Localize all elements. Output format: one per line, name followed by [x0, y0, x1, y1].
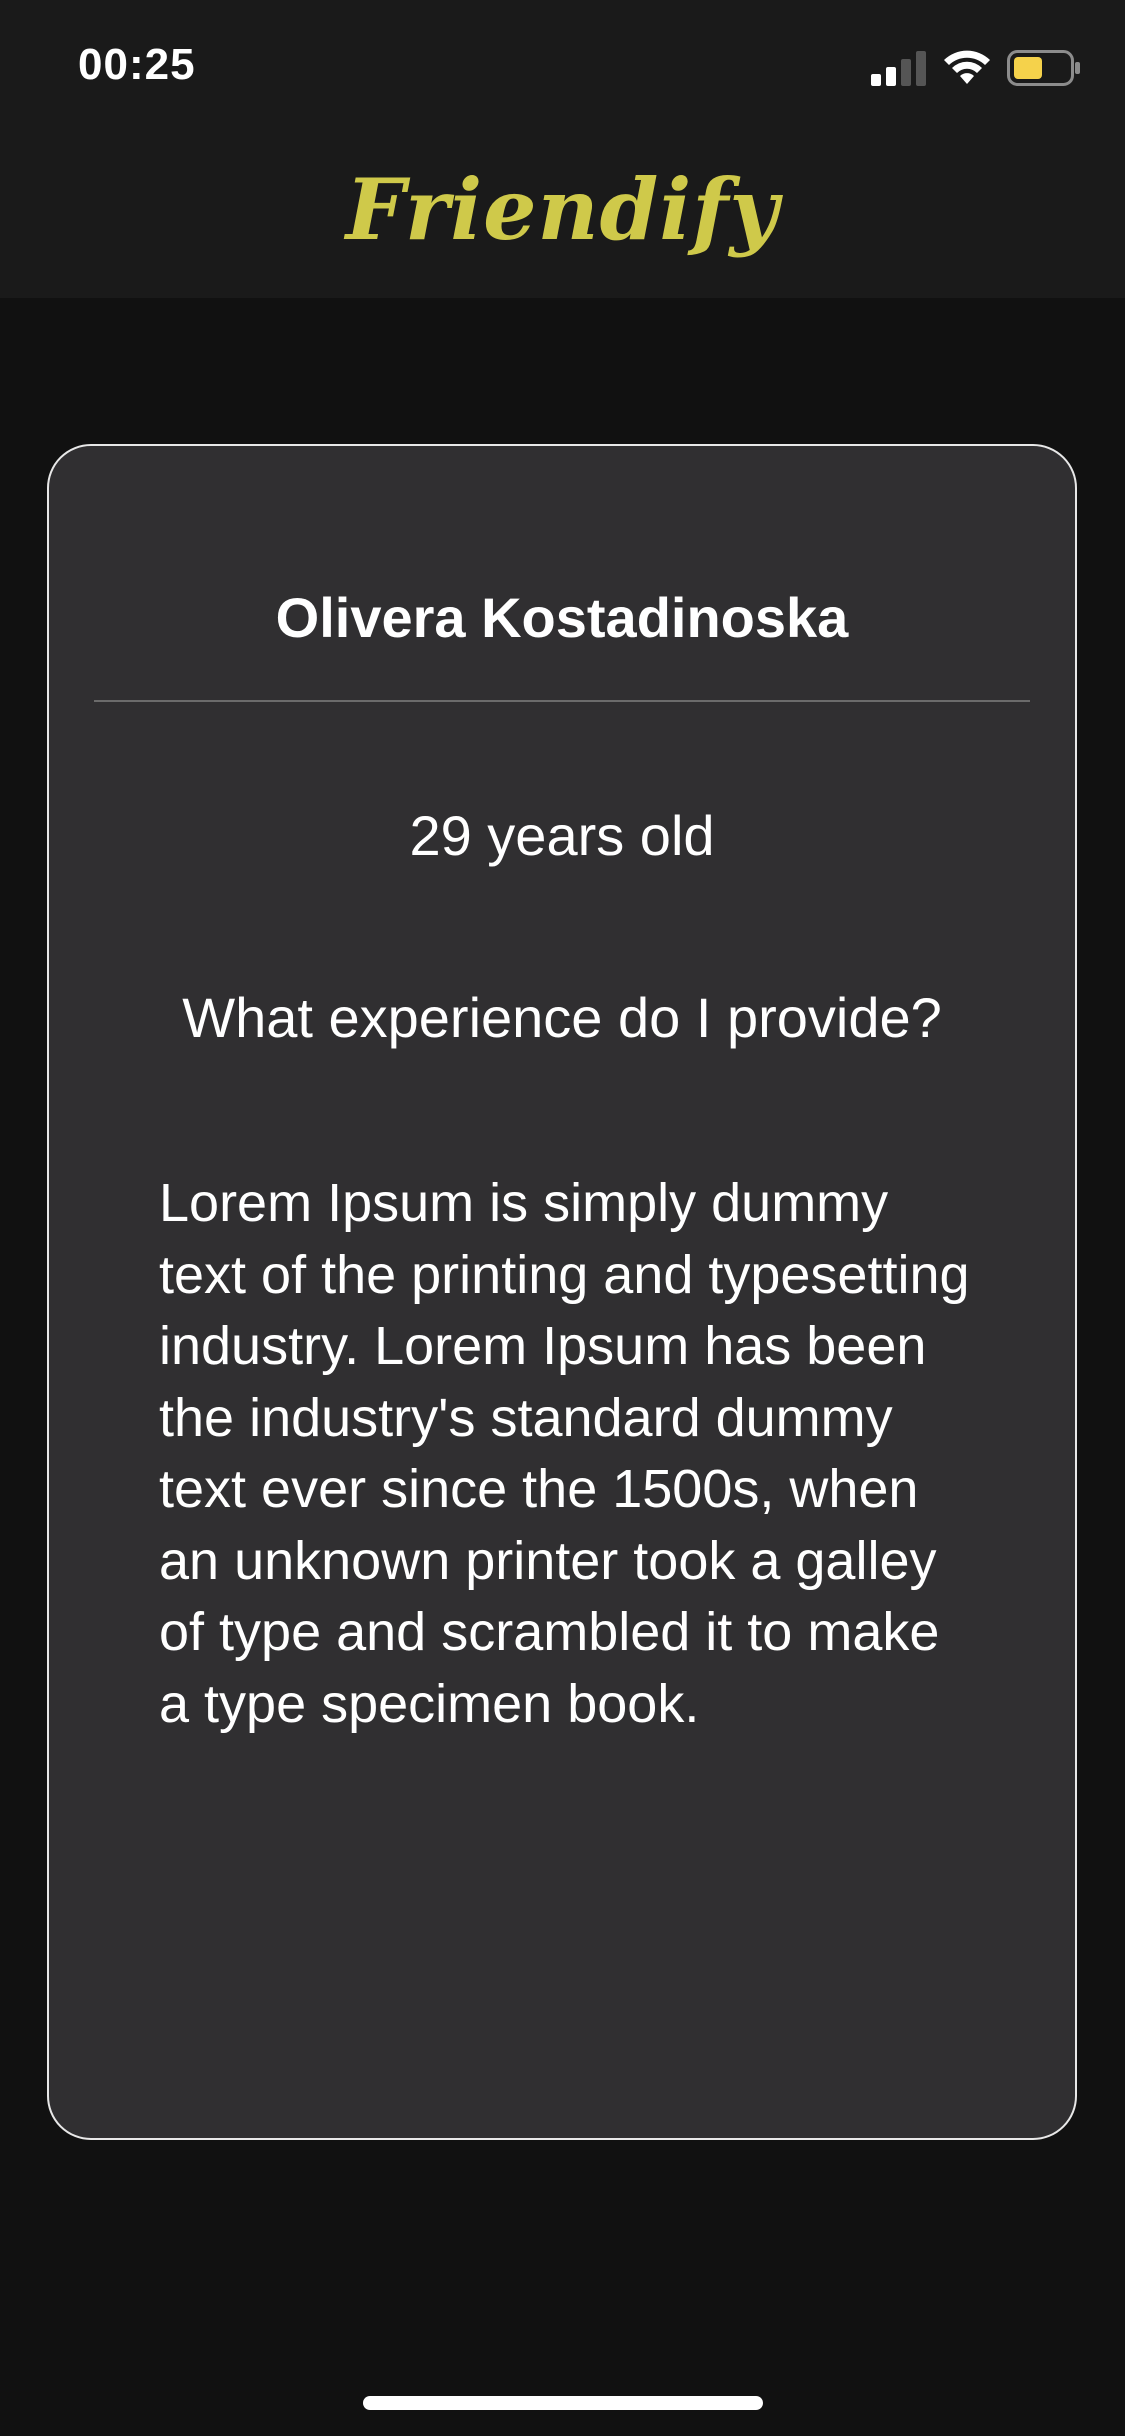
home-indicator[interactable] [363, 2396, 763, 2410]
experience-question: What experience do I provide? [182, 986, 942, 1049]
battery-icon [1007, 49, 1081, 91]
status-time: 00:25 [78, 40, 196, 89]
status-icons [871, 49, 1081, 91]
profile-screen: 00:25 Friendify Olivera Kostadinoska 29 … [0, 0, 1125, 2436]
profile-name: Olivera Kostadinoska [275, 586, 849, 649]
app-logo: Friendify [345, 159, 780, 259]
status-bar: 00:25 [0, 0, 1125, 140]
experience-description: Lorem Ipsum is simply dummy text of the … [159, 1173, 970, 1734]
signal-icon [871, 50, 927, 91]
profile-age: 29 years old [409, 804, 715, 867]
wifi-icon [943, 50, 991, 91]
card-divider [94, 700, 1030, 702]
app-header: Friendify [0, 140, 1125, 298]
profile-card: Olivera Kostadinoska 29 years old What e… [47, 444, 1077, 2140]
